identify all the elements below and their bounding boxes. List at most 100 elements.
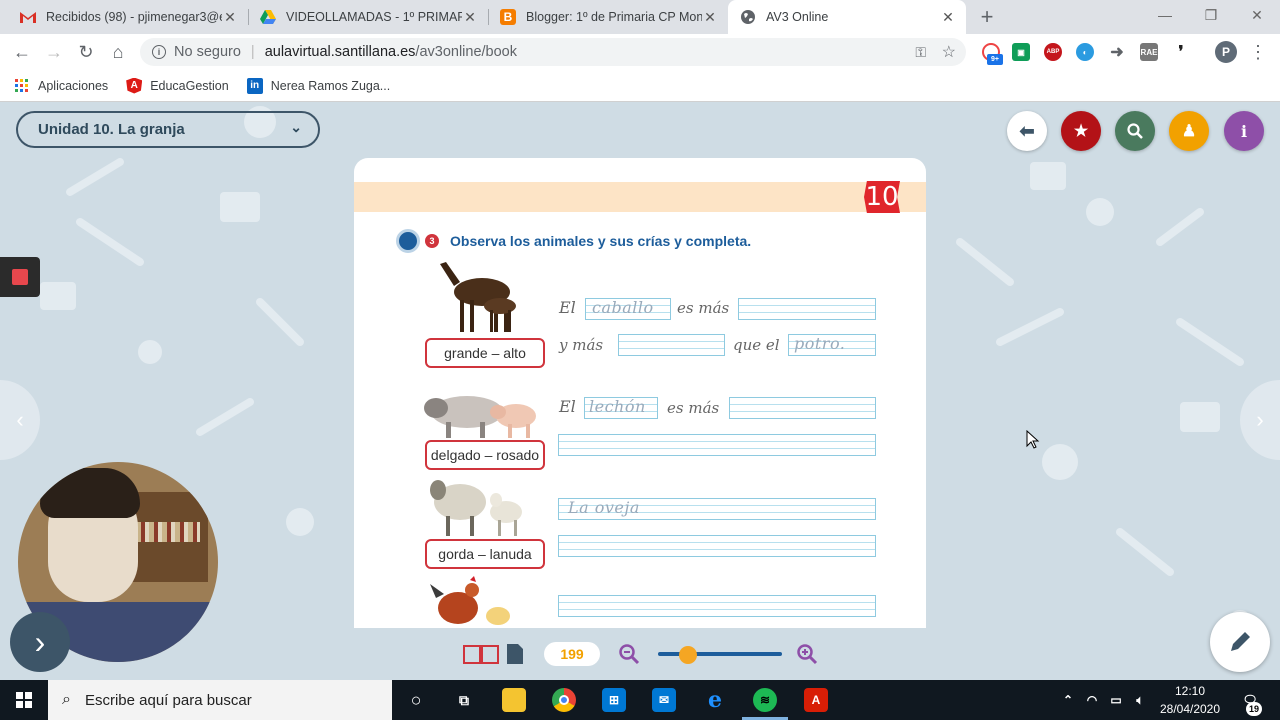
bookmark-star-icon[interactable]: ☆ xyxy=(942,42,956,62)
taskbar-search[interactable]: ⌕ Escribe aquí para buscar xyxy=(48,680,392,720)
double-page-view-icon[interactable] xyxy=(462,643,500,665)
tab-videollamadas[interactable]: VIDEOLLAMADAS - 1º PRIMARIA ✕ xyxy=(248,0,488,34)
mouse-cursor xyxy=(1026,430,1040,449)
tab-blogger[interactable]: B Blogger: 1º de Primaria CP Mont ✕ xyxy=(488,0,728,34)
linkedin-icon: in xyxy=(246,77,263,94)
show-hidden-icons-icon[interactable]: ⌃ xyxy=(1056,688,1080,712)
person-icon: ♟ xyxy=(1181,123,1197,140)
book-page: 10 3 Observa los animales y sus crías y … xyxy=(354,158,926,628)
close-tab-icon[interactable]: ✕ xyxy=(940,9,956,26)
edge-icon[interactable]: e xyxy=(703,687,727,713)
unit-title: Unidad 10. La granja xyxy=(38,121,185,138)
windows-start-icon[interactable] xyxy=(12,688,36,712)
chrome-menu-icon[interactable]: ⋮ xyxy=(1246,40,1270,64)
mail-icon[interactable]: ✉ xyxy=(652,688,676,712)
animal-label-sheep: gorda – lanuda xyxy=(425,539,545,569)
record-button[interactable] xyxy=(0,257,40,297)
info-icon: i xyxy=(1240,121,1248,141)
zoom-out-icon[interactable] xyxy=(618,643,640,665)
task-view-icon[interactable]: ⧉ xyxy=(452,688,476,712)
extension-classroom-icon[interactable]: ▣ xyxy=(1012,43,1030,61)
bookmark-nerea[interactable]: in Nerea Ramos Zuga... xyxy=(246,77,390,94)
home-button[interactable]: ⌂ xyxy=(106,40,130,64)
sentence-word: que el xyxy=(733,336,780,354)
answer-line[interactable] xyxy=(558,535,876,557)
system-clock[interactable]: 12:10 28/04/2020 xyxy=(1150,682,1230,718)
zoom-slider[interactable] xyxy=(658,652,782,656)
extension-arrow-icon[interactable]: ➜ xyxy=(1108,43,1126,61)
search-button[interactable] xyxy=(1115,111,1155,151)
tab-av3-online[interactable]: AV3 Online ✕ xyxy=(728,0,966,34)
star-icon: ★ xyxy=(1073,123,1089,140)
taskbar-search-placeholder: Escribe aquí para buscar xyxy=(84,691,252,709)
unit-dropdown[interactable]: Unidad 10. La granja ⌄ xyxy=(16,111,320,148)
answer-line[interactable] xyxy=(618,334,725,356)
clock-date: 28/04/2020 xyxy=(1159,702,1221,716)
bookmark-label: EducaGestion xyxy=(150,78,229,93)
zoom-slider-handle[interactable] xyxy=(679,646,698,664)
tab-gmail[interactable]: Recibidos (98) - pjimenegar3@ed ✕ xyxy=(8,0,248,34)
address-bar[interactable]: i No seguro | aulavirtual.santillana.es … xyxy=(140,38,966,66)
info-icon[interactable]: i xyxy=(152,45,166,59)
unit-badge: 10 xyxy=(864,181,900,213)
answer-line[interactable] xyxy=(558,595,876,617)
reload-button[interactable]: ↻ xyxy=(74,40,98,64)
clock-time: 12:10 xyxy=(1174,684,1206,698)
key-icon[interactable]: ⚿ xyxy=(915,44,926,61)
single-page-view-icon[interactable] xyxy=(506,643,524,665)
profile-avatar[interactable]: P xyxy=(1215,41,1237,63)
wifi-icon[interactable]: ◠ xyxy=(1080,688,1104,712)
new-tab-button[interactable]: + xyxy=(975,4,999,29)
info-button[interactable]: i xyxy=(1224,111,1264,151)
back-button[interactable]: ← xyxy=(10,40,34,64)
bookmark-educagestion[interactable]: A EducaGestion xyxy=(126,77,229,94)
extension-adblock-icon[interactable]: ABP xyxy=(1044,43,1062,61)
expand-panel-button[interactable]: › xyxy=(10,612,70,672)
spotify-icon[interactable]: ≋ xyxy=(753,688,777,712)
tab-title: AV3 Online xyxy=(766,10,829,24)
sentence-word: El xyxy=(559,298,576,317)
bookmarks-bar: Aplicaciones A EducaGestion in Nerea Ram… xyxy=(0,70,1280,102)
forward-button[interactable]: → xyxy=(42,40,66,64)
bookmark-aplicaciones[interactable]: Aplicaciones xyxy=(14,78,108,94)
sentence-word: y más xyxy=(559,336,604,354)
angular-icon: A xyxy=(126,77,143,94)
traced-word: potro. xyxy=(794,334,846,353)
annotate-button[interactable] xyxy=(1210,612,1270,672)
file-explorer-icon[interactable] xyxy=(502,688,526,712)
sentence-word: es más xyxy=(667,399,720,417)
traced-word: lechón xyxy=(589,397,646,416)
close-tab-icon[interactable]: ✕ xyxy=(222,9,238,26)
bookmark-label: Aplicaciones xyxy=(38,78,109,93)
close-tab-icon[interactable]: ✕ xyxy=(462,9,478,26)
answer-line[interactable] xyxy=(558,434,876,456)
user-button[interactable]: ♟ xyxy=(1169,111,1209,151)
close-tab-icon[interactable]: ✕ xyxy=(702,9,718,26)
browser-tab-strip: Recibidos (98) - pjimenegar3@ed ✕ VIDEOL… xyxy=(0,0,1280,34)
animal-label-horse: grande – alto xyxy=(425,338,545,368)
sheep-image xyxy=(430,480,522,536)
extension-quote-icon[interactable]: ❜ xyxy=(1172,43,1190,61)
extension-circle-icon[interactable]: ◐ xyxy=(1076,43,1094,61)
traced-word: La oveja xyxy=(568,498,640,517)
chevron-down-icon: ⌄ xyxy=(290,119,302,135)
sentence-word: es más xyxy=(677,299,730,317)
restore-window-button[interactable]: ❐ xyxy=(1188,0,1234,30)
favorites-button[interactable]: ★ xyxy=(1061,111,1101,151)
acrobat-icon[interactable]: A xyxy=(804,688,828,712)
store-icon[interactable]: ⊞ xyxy=(602,688,626,712)
arrow-left-icon: ⬅ xyxy=(1019,120,1035,141)
volume-icon[interactable]: 🔈︎ xyxy=(1128,688,1152,712)
close-window-button[interactable]: ✕ xyxy=(1234,0,1280,30)
chrome-icon[interactable] xyxy=(552,688,576,712)
drive-icon xyxy=(260,9,276,25)
extension-rae-icon[interactable]: RAE xyxy=(1140,43,1158,61)
cortana-icon[interactable]: ○ xyxy=(404,688,428,712)
minimize-window-button[interactable]: — xyxy=(1142,0,1188,30)
answer-line[interactable] xyxy=(738,298,876,320)
battery-icon[interactable]: ▭ xyxy=(1104,688,1128,712)
page-number-input[interactable]: 199 xyxy=(544,642,600,666)
answer-line[interactable] xyxy=(729,397,876,419)
back-arrow-button[interactable]: ⬅ xyxy=(1007,111,1047,151)
zoom-in-icon[interactable] xyxy=(796,643,818,665)
